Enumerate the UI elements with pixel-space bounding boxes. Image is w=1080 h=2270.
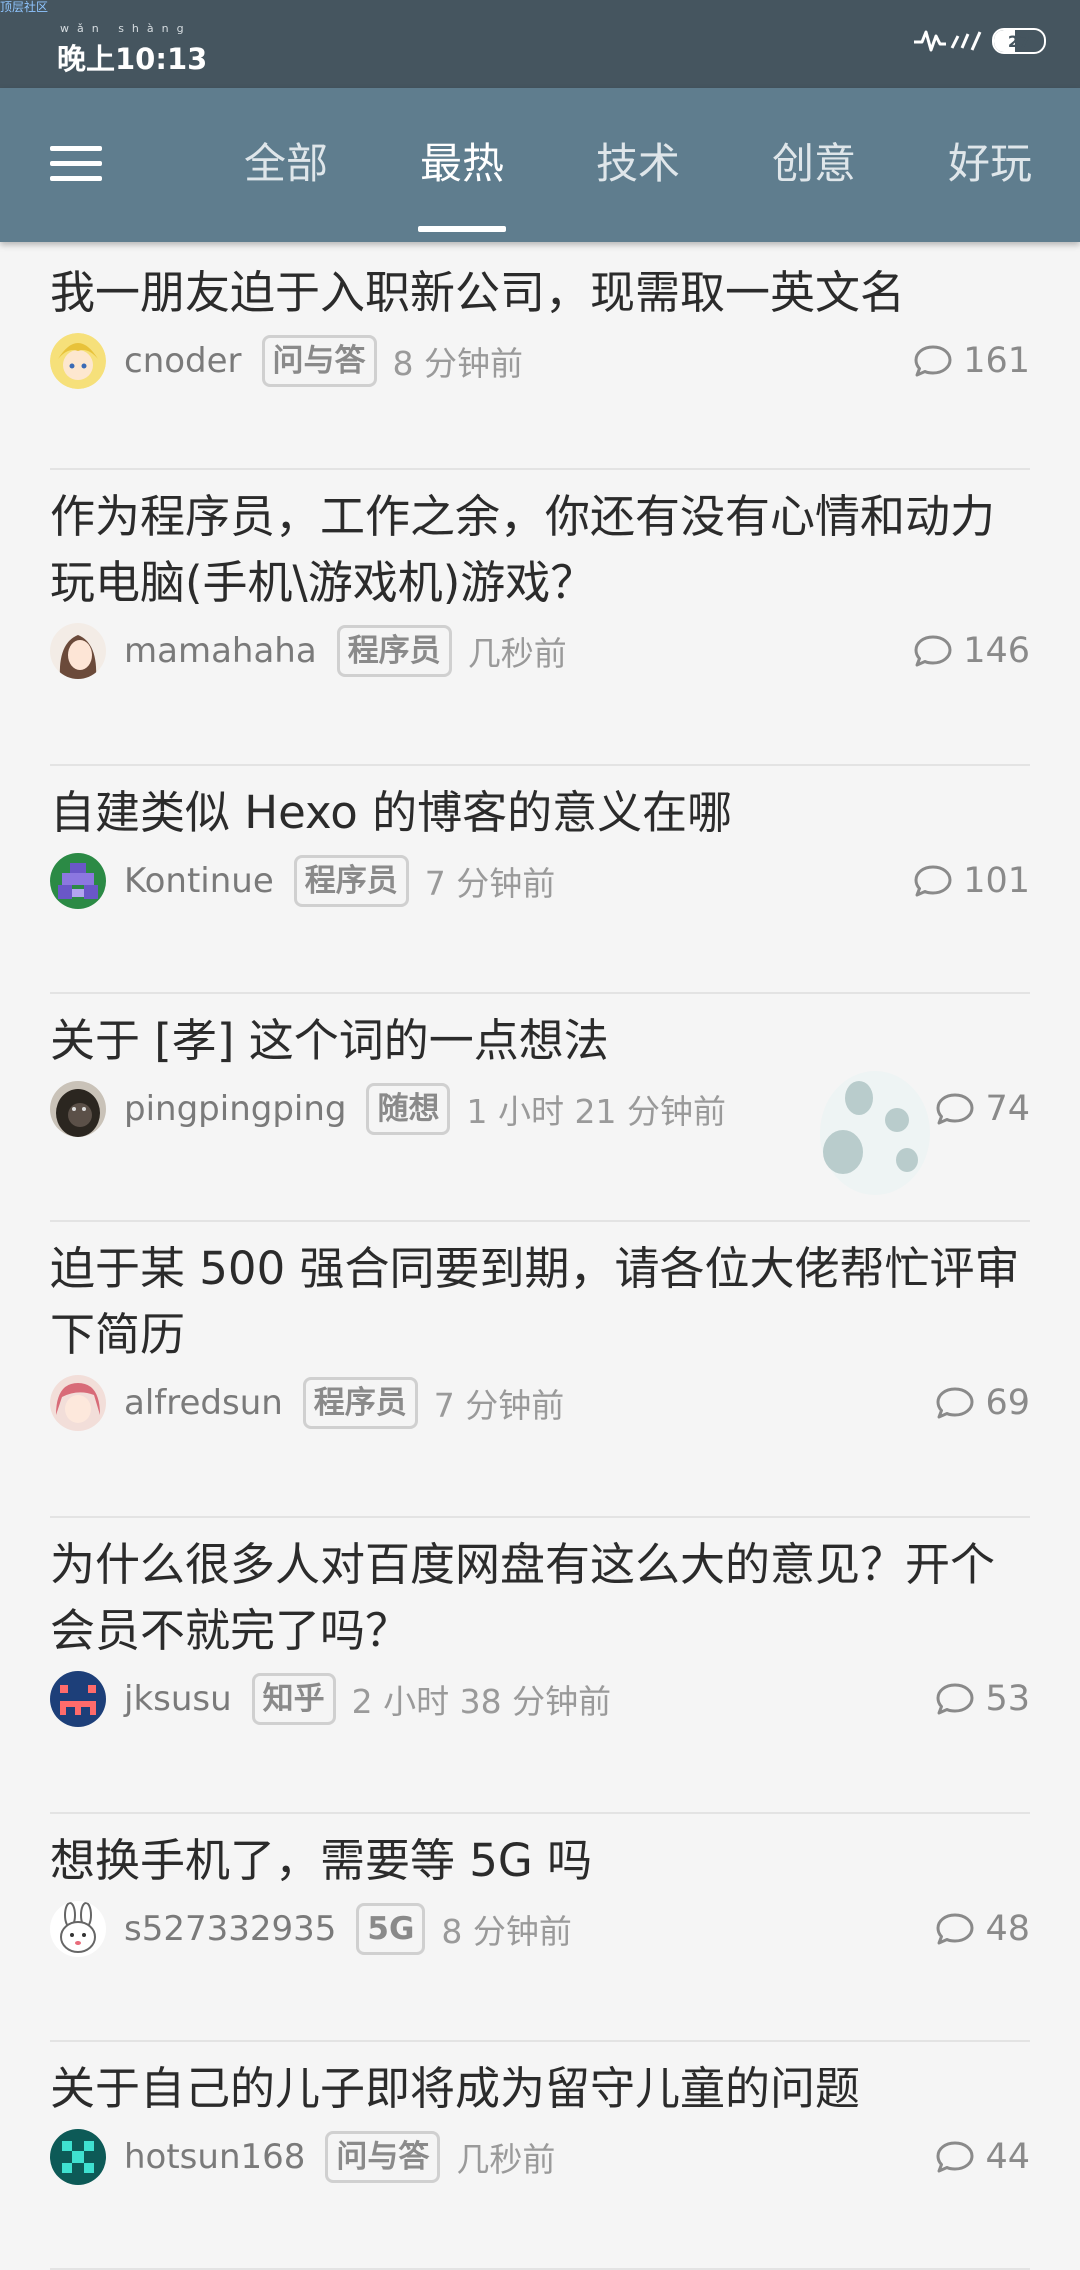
topic-item[interactable]: 关于自己的儿子即将成为留守儿童的问题 hotsun168 问与答 几秒前 44: [0, 2042, 1080, 2270]
topic-node-tag[interactable]: 问与答: [261, 335, 377, 387]
topic-title[interactable]: 关于自己的儿子即将成为留守儿童的问题: [50, 2042, 1030, 2122]
topic-meta: s527332935 5G 8 分钟前 48: [50, 1898, 1030, 1960]
topic-meta: jksusu 知乎 2 小时 38 分钟前 53: [50, 1668, 1030, 1730]
tab-all[interactable]: 全部: [244, 130, 328, 191]
topic-title[interactable]: 想换手机了，需要等 5G 吗: [50, 1814, 1030, 1894]
reply-count-value: 53: [985, 1679, 1030, 1719]
tab-tech[interactable]: 技术: [596, 130, 680, 191]
battery-level: 27: [1007, 31, 1031, 51]
topic-item[interactable]: 作为程序员，工作之余，你还有没有心情和动力玩电脑(手机\游戏机)游戏？ mamah…: [0, 470, 1080, 766]
topic-node-tag[interactable]: 程序员: [302, 1377, 418, 1429]
topic-author[interactable]: s527332935: [124, 1909, 336, 1949]
topic-meta: Kontinue 程序员 7 分钟前 101: [50, 850, 1030, 912]
topic-node-tag[interactable]: 5G: [356, 1903, 426, 1955]
reply-count: 161: [913, 341, 1030, 381]
tab-hot[interactable]: 最热: [420, 130, 504, 191]
topic-time: 7 分钟前: [433, 1386, 565, 1425]
battery-icon: 27: [992, 28, 1046, 54]
topic-time: 8 分钟前: [441, 1912, 572, 1951]
floating-ball-icon[interactable]: [815, 1068, 935, 1198]
comment-icon: [936, 1387, 974, 1419]
status-time: 晚上10:13: [57, 42, 208, 76]
topic-node-tag[interactable]: 程序员: [293, 855, 409, 907]
comment-icon: [936, 1683, 974, 1715]
topic-title[interactable]: 关于 [孝] 这个词的一点想法: [50, 994, 1030, 1074]
reply-count: 69: [935, 1383, 1030, 1423]
topic-meta: mamahaha 程序员 几秒前 146: [50, 620, 1030, 682]
comment-icon: [936, 1913, 974, 1945]
comment-icon: [936, 1093, 974, 1125]
gorilla-avatar[interactable]: [50, 1081, 106, 1137]
reply-count: 74: [935, 1089, 1030, 1129]
reply-count: 48: [935, 1909, 1030, 1949]
comment-icon: [914, 865, 952, 897]
topic-time: 1 小时 21 分钟前: [466, 1092, 726, 1131]
blonde-anime-avatar[interactable]: [50, 333, 106, 389]
reply-count-value: 74: [985, 1089, 1030, 1129]
rabbit-avatar[interactable]: [50, 1901, 106, 1957]
reply-count: 146: [913, 631, 1030, 671]
topic-node-tag[interactable]: 知乎: [251, 1673, 336, 1725]
topic-author[interactable]: mamahaha: [124, 631, 317, 671]
active-tab-indicator: [418, 226, 506, 232]
anime-girl-avatar[interactable]: [50, 623, 106, 679]
topic-node-tag[interactable]: 随想: [366, 1083, 451, 1135]
topic-node-tag[interactable]: 程序员: [336, 625, 452, 677]
topic-item[interactable]: 迫于某 500 强合同要到期，请各位大佬帮忙评审下简历 alfredsun 程序员 7…: [0, 1222, 1080, 1518]
signal-icon: [914, 30, 982, 52]
topic-node-tag[interactable]: 问与答: [325, 2131, 441, 2183]
tab-creative[interactable]: 创意: [772, 130, 856, 191]
topic-item[interactable]: 为什么很多人对百度网盘有这么大的意见？开个会员不就完了吗？ jksusu 知乎 2 小…: [0, 1518, 1080, 1814]
topic-title[interactable]: 我一朋友迫于入职新公司，现需取一英文名: [50, 242, 1030, 326]
topic-author[interactable]: Kontinue: [124, 861, 274, 901]
topic-time: 2 小时 38 分钟前: [351, 1682, 612, 1721]
topic-title[interactable]: 为什么很多人对百度网盘有这么大的意见？开个会员不就完了吗？: [50, 1518, 1030, 1664]
pixel-purple-avatar[interactable]: [50, 853, 106, 909]
reply-count-value: 44: [985, 2137, 1030, 2177]
pixel-teal-avatar[interactable]: [50, 2129, 106, 2185]
reply-count-value: 101: [963, 861, 1030, 901]
reply-count: 53: [935, 1679, 1030, 1719]
topic-meta: alfredsun 程序员 7 分钟前 69: [50, 1372, 1030, 1434]
topic-meta: cnoder 问与答 8 分钟前 161: [50, 330, 1030, 392]
pink-hair-anime-avatar[interactable]: [50, 1375, 106, 1431]
topic-author[interactable]: alfredsun: [124, 1383, 283, 1423]
topic-item[interactable]: 想换手机了，需要等 5G 吗 s527332935 5G 8 分钟前 48: [0, 1814, 1080, 2042]
topic-item[interactable]: 自建类似 Hexo 的博客的意义在哪 Kontinue 程序员 7 分钟前 101: [0, 766, 1080, 994]
comment-icon: [914, 635, 952, 667]
top-nav-bar: 全部 最热 技术 创意 好玩: [0, 88, 1080, 242]
reply-count-value: 69: [985, 1383, 1030, 1423]
topic-time: 7 分钟前: [424, 864, 556, 903]
topic-title[interactable]: 迫于某 500 强合同要到期，请各位大佬帮忙评审下简历: [50, 1222, 1030, 1368]
time-ruby: wǎn shàng: [60, 22, 192, 35]
topic-author[interactable]: pingpingping: [124, 1089, 346, 1129]
corner-label: 顶层社区: [0, 0, 49, 14]
topic-author[interactable]: jksusu: [124, 1679, 232, 1719]
topic-author[interactable]: cnoder: [124, 341, 242, 381]
topic-title[interactable]: 自建类似 Hexo 的博客的意义在哪: [50, 766, 1030, 846]
reply-count: 44: [935, 2137, 1030, 2177]
menu-icon[interactable]: [50, 146, 102, 182]
topic-list: 我一朋友迫于入职新公司，现需取一英文名 cnoder 问与答 8 分钟前 161 作为程序…: [0, 242, 1080, 2270]
reply-count-value: 161: [963, 341, 1030, 381]
comment-icon: [936, 2141, 974, 2173]
reply-count-value: 146: [963, 631, 1030, 671]
topic-time: 8 分钟前: [392, 344, 524, 383]
status-bar: 顶层社区 wǎn shàng 晚上10:13 27: [0, 0, 1080, 88]
topic-title[interactable]: 作为程序员，工作之余，你还有没有心情和动力玩电脑(手机\游戏机)游戏？: [50, 470, 1030, 616]
topic-time: 几秒前: [467, 634, 567, 673]
topic-time: 几秒前: [456, 2140, 556, 2179]
topic-item[interactable]: 我一朋友迫于入职新公司，现需取一英文名 cnoder 问与答 8 分钟前 161: [0, 242, 1080, 470]
status-icons: 27: [914, 28, 1046, 54]
topic-meta: hotsun168 问与答 几秒前 44: [50, 2126, 1030, 2188]
reply-count-value: 48: [985, 1909, 1030, 1949]
tab-fun[interactable]: 好玩: [948, 130, 1032, 191]
reply-count: 101: [913, 861, 1030, 901]
pixel-navy-avatar[interactable]: [50, 1671, 106, 1727]
comment-icon: [914, 345, 952, 377]
topic-author[interactable]: hotsun168: [124, 2137, 305, 2177]
